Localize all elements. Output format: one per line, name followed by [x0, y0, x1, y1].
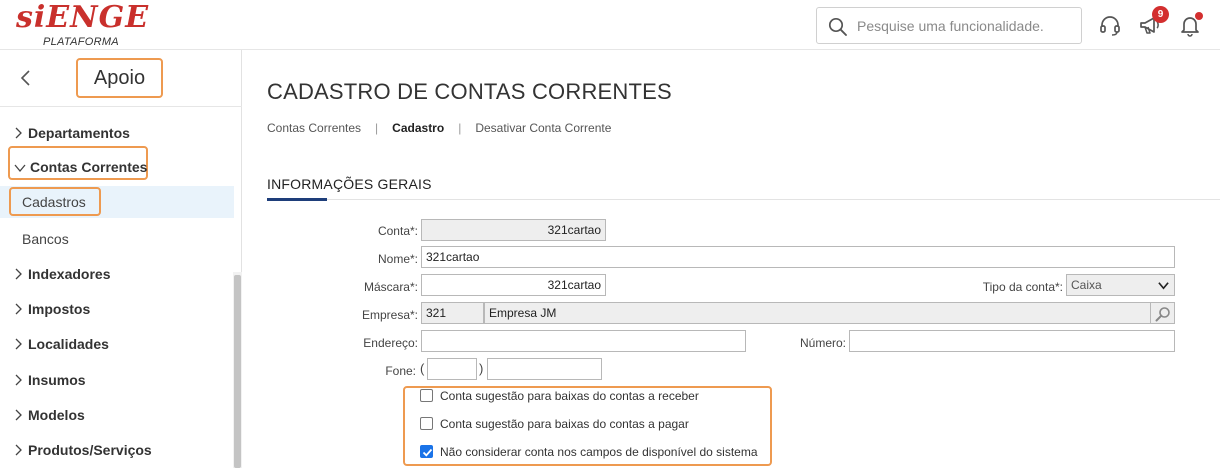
logo-subtext: PLATAFORMA [43, 36, 119, 48]
sidebar-subitem-bancos[interactable]: Bancos [0, 223, 234, 255]
sidebar-item-label: Localidades [28, 336, 109, 352]
logo-text: siENGE [16, 0, 150, 35]
sidebar-item-impostos[interactable]: Impostos [0, 293, 234, 325]
section-tab-indicator [267, 198, 327, 201]
checkbox-unchecked[interactable] [420, 417, 433, 430]
fone-ddd-field[interactable] [427, 358, 477, 380]
empresa-name-field [484, 302, 1151, 324]
sidebar-item-localidades[interactable]: Localidades [0, 328, 234, 360]
sidebar-item-indexadores[interactable]: Indexadores [0, 258, 234, 290]
fone-paren-close: ) [479, 361, 484, 376]
checkbox-unchecked[interactable] [420, 389, 433, 402]
conta-label: Conta*: [377, 224, 418, 238]
chevron-right-icon [15, 303, 22, 315]
sidebar-header: Apoio [0, 50, 242, 107]
check-icon [422, 448, 433, 457]
section-divider [267, 199, 1220, 200]
chevron-right-icon [15, 374, 22, 386]
conta-field [421, 219, 606, 241]
sienge-logo[interactable]: siENGE PLATAFORMA [16, 2, 148, 49]
sidebar-item-departamentos[interactable]: Departamentos [0, 117, 234, 149]
sidebar-item-label: Modelos [28, 407, 85, 423]
tipo-conta-value: Caixa [1071, 278, 1102, 292]
empresa-lookup-button[interactable] [1151, 302, 1175, 324]
sidebar-item-insumos[interactable]: Insumos [0, 364, 234, 396]
checkbox-checked[interactable] [420, 445, 433, 458]
nome-field[interactable] [421, 246, 1175, 268]
tipo-conta-select[interactable]: Caixa [1066, 274, 1175, 296]
mascara-field[interactable] [421, 274, 606, 296]
sidebar-item-label: Insumos [28, 372, 86, 388]
fone-number-field[interactable] [487, 358, 602, 380]
chevron-right-icon [15, 409, 22, 421]
section-title: INFORMAÇÕES GERAIS [267, 176, 432, 192]
magnifier-icon [1155, 307, 1170, 322]
sidebar-item-modelos[interactable]: Modelos [0, 399, 234, 431]
nome-label: Nome*: [377, 252, 418, 266]
mascara-label: Máscara*: [363, 280, 418, 294]
highlight-box [9, 187, 101, 216]
fone-label: Fone: [385, 364, 416, 378]
sidebar-item-label: Contas Correntes [30, 159, 148, 175]
tipo-conta-label: Tipo da conta*: [982, 280, 1063, 294]
numero-label: Número: [799, 336, 846, 350]
endereco-field[interactable] [421, 330, 746, 352]
alert-dot [1195, 12, 1203, 20]
search-input[interactable] [857, 16, 1072, 36]
breadcrumb-contas-correntes[interactable]: Contas Correntes [267, 121, 361, 135]
breadcrumb-cadastro[interactable]: Cadastro [392, 121, 444, 135]
checkbox-label: Conta sugestão para baixas do contas a p… [440, 417, 689, 431]
headset-icon[interactable] [1098, 13, 1122, 37]
search-box[interactable] [816, 7, 1082, 44]
notification-badge: 9 [1152, 6, 1169, 23]
breadcrumb-desativar-conta[interactable]: Desativar Conta Corrente [475, 121, 611, 135]
chevron-right-icon [15, 444, 22, 456]
sidebar-item-contas-correntes[interactable]: Contas Correntes [0, 151, 234, 183]
search-icon [828, 17, 847, 36]
chevron-down-icon [14, 164, 26, 173]
sidebar-item-label: Bancos [22, 231, 69, 247]
sidebar-item-label: Departamentos [28, 125, 130, 141]
empresa-label: Empresa*: [361, 308, 418, 322]
sidebar-item-label: Produtos/Serviços [28, 442, 152, 458]
chevron-down-icon [1158, 282, 1169, 290]
numero-field[interactable] [849, 330, 1175, 352]
checkbox-label: Conta sugestão para baixas do contas a r… [440, 389, 699, 403]
sidebar-item-produtos-servicos[interactable]: Produtos/Serviços [0, 434, 234, 466]
chevron-right-icon [15, 338, 22, 350]
sidebar: Apoio Departamentos Contas Correntes Cad… [0, 50, 242, 468]
back-arrow-icon[interactable] [16, 66, 36, 90]
sidebar-item-label: Indexadores [28, 266, 111, 282]
chevron-right-icon [15, 268, 22, 280]
empresa-code-field [421, 302, 484, 324]
top-bar: siENGE PLATAFORMA 9 [0, 0, 1220, 50]
sidebar-title: Apoio [76, 58, 163, 98]
page-title: CADASTRO DE CONTAS CORRENTES [267, 79, 672, 104]
breadcrumb-separator: | [375, 121, 379, 135]
chevron-right-icon [15, 127, 22, 139]
endereco-label: Endereço: [363, 336, 418, 350]
breadcrumb: Contas Correntes | Cadastro | Desativar Cont… [267, 121, 611, 135]
checkbox-label: Não considerar conta nos campos de dispo… [440, 445, 758, 459]
fone-paren-open: ( [420, 361, 425, 376]
sidebar-scrollbar-thumb[interactable] [234, 275, 241, 468]
sidebar-item-label: Impostos [28, 301, 91, 317]
breadcrumb-separator: | [458, 121, 462, 135]
